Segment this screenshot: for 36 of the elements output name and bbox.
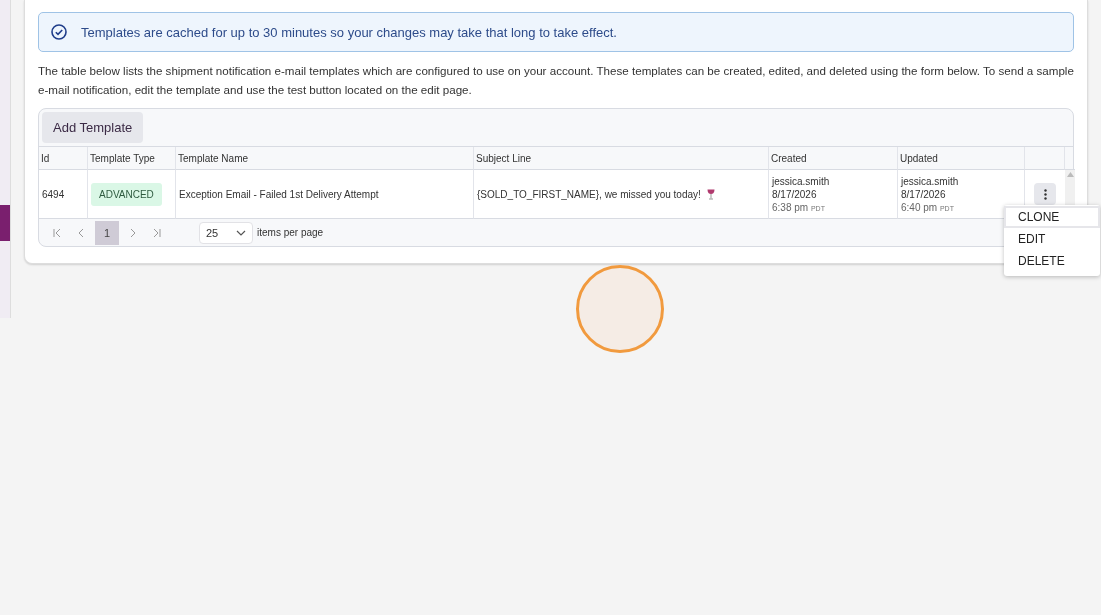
check-circle-icon [51,24,67,40]
table-cell: Exception Email - Failed 1st Delivery Attempt [179,188,379,200]
chevron-down-icon [236,229,246,236]
first-page-icon [52,227,62,238]
column-header[interactable]: Updated [900,152,938,164]
description-text: The table below lists the shipment notification e-mail templates which are configured to use on your account. These templates can be created, edited, and deleted using the form below. To send a sample e-mail notification, edit the template and use the test button located on the edit page. [38,63,1074,98]
more-options-button[interactable] [1034,183,1056,205]
notice-text: Templates are cached for up to 30 minutes so your changes may take that long to take effect. [81,24,617,40]
column-header[interactable]: Template Name [178,152,249,164]
time-text: 6:38 pm [772,201,809,213]
last-page-icon [152,227,162,238]
sidebar-active-marker [0,205,10,241]
column-header[interactable]: Subject Line [476,152,532,164]
menu-item[interactable]: DELETE [1004,250,1100,272]
menu-item[interactable]: CLONE [1004,206,1100,228]
column-header[interactable]: Created [771,152,807,164]
column-header[interactable]: Id [41,152,50,164]
date-text: 8/17/2026 [901,188,946,200]
user-name: jessica.smith [901,175,959,187]
items-per-page-label: items per page [257,227,324,238]
wine-glass-icon [706,188,715,200]
page-size-select[interactable]: 25 [199,221,253,244]
previous-page-icon [76,227,86,238]
template-type-tag: ADVANCED [91,182,162,206]
page-button[interactable]: 1 [95,220,119,245]
scroll-up-icon[interactable] [1066,172,1074,177]
next-page-icon [128,227,138,238]
time-text: 6:40 pm [901,201,938,213]
add-template-button[interactable]: Add Template [42,112,144,143]
date-text: 8/17/2026 [772,188,817,200]
column-header[interactable]: Template Type [90,152,155,164]
menu-item[interactable]: EDIT [1004,228,1100,250]
user-name: jessica.smith [772,175,830,187]
table-cell: 6494 [42,188,65,200]
vertical-dots-icon [1043,188,1047,200]
table-cell: {SOLD_TO_FIRST_NAME}, we missed you today! [477,188,701,200]
